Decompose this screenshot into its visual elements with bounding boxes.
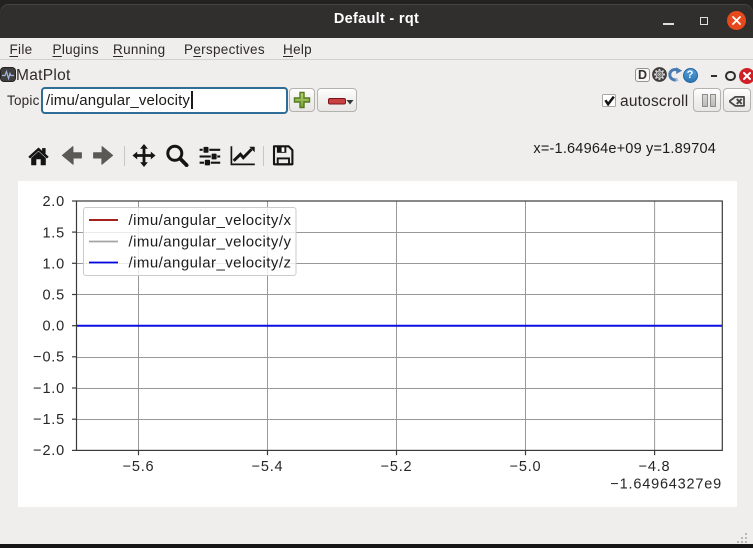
svg-text:0.5: 0.5 [42,288,65,304]
svg-text:−4.8: −4.8 [639,459,671,475]
svg-text:−5.4: −5.4 [252,459,284,475]
svg-text:/imu/angular_velocity/y: /imu/angular_velocity/y [129,234,292,251]
svg-text:0.0: 0.0 [42,319,65,335]
svg-text:−2.0: −2.0 [33,443,65,459]
svg-text:−5.2: −5.2 [381,459,413,475]
svg-text:−1.64964327e9: −1.64964327e9 [610,477,722,493]
svg-text:/imu/angular_velocity/z: /imu/angular_velocity/z [129,255,292,272]
svg-text:−5.6: −5.6 [123,459,155,475]
svg-text:−1.0: −1.0 [33,381,65,397]
svg-text:−5.0: −5.0 [510,459,542,475]
svg-text:−1.5: −1.5 [33,412,65,428]
svg-text:/imu/angular_velocity/x: /imu/angular_velocity/x [129,212,292,229]
svg-text:1.0: 1.0 [42,256,65,272]
svg-text:2.0: 2.0 [42,194,65,210]
svg-text:1.5: 1.5 [42,225,65,241]
svg-text:−0.5: −0.5 [33,350,65,366]
